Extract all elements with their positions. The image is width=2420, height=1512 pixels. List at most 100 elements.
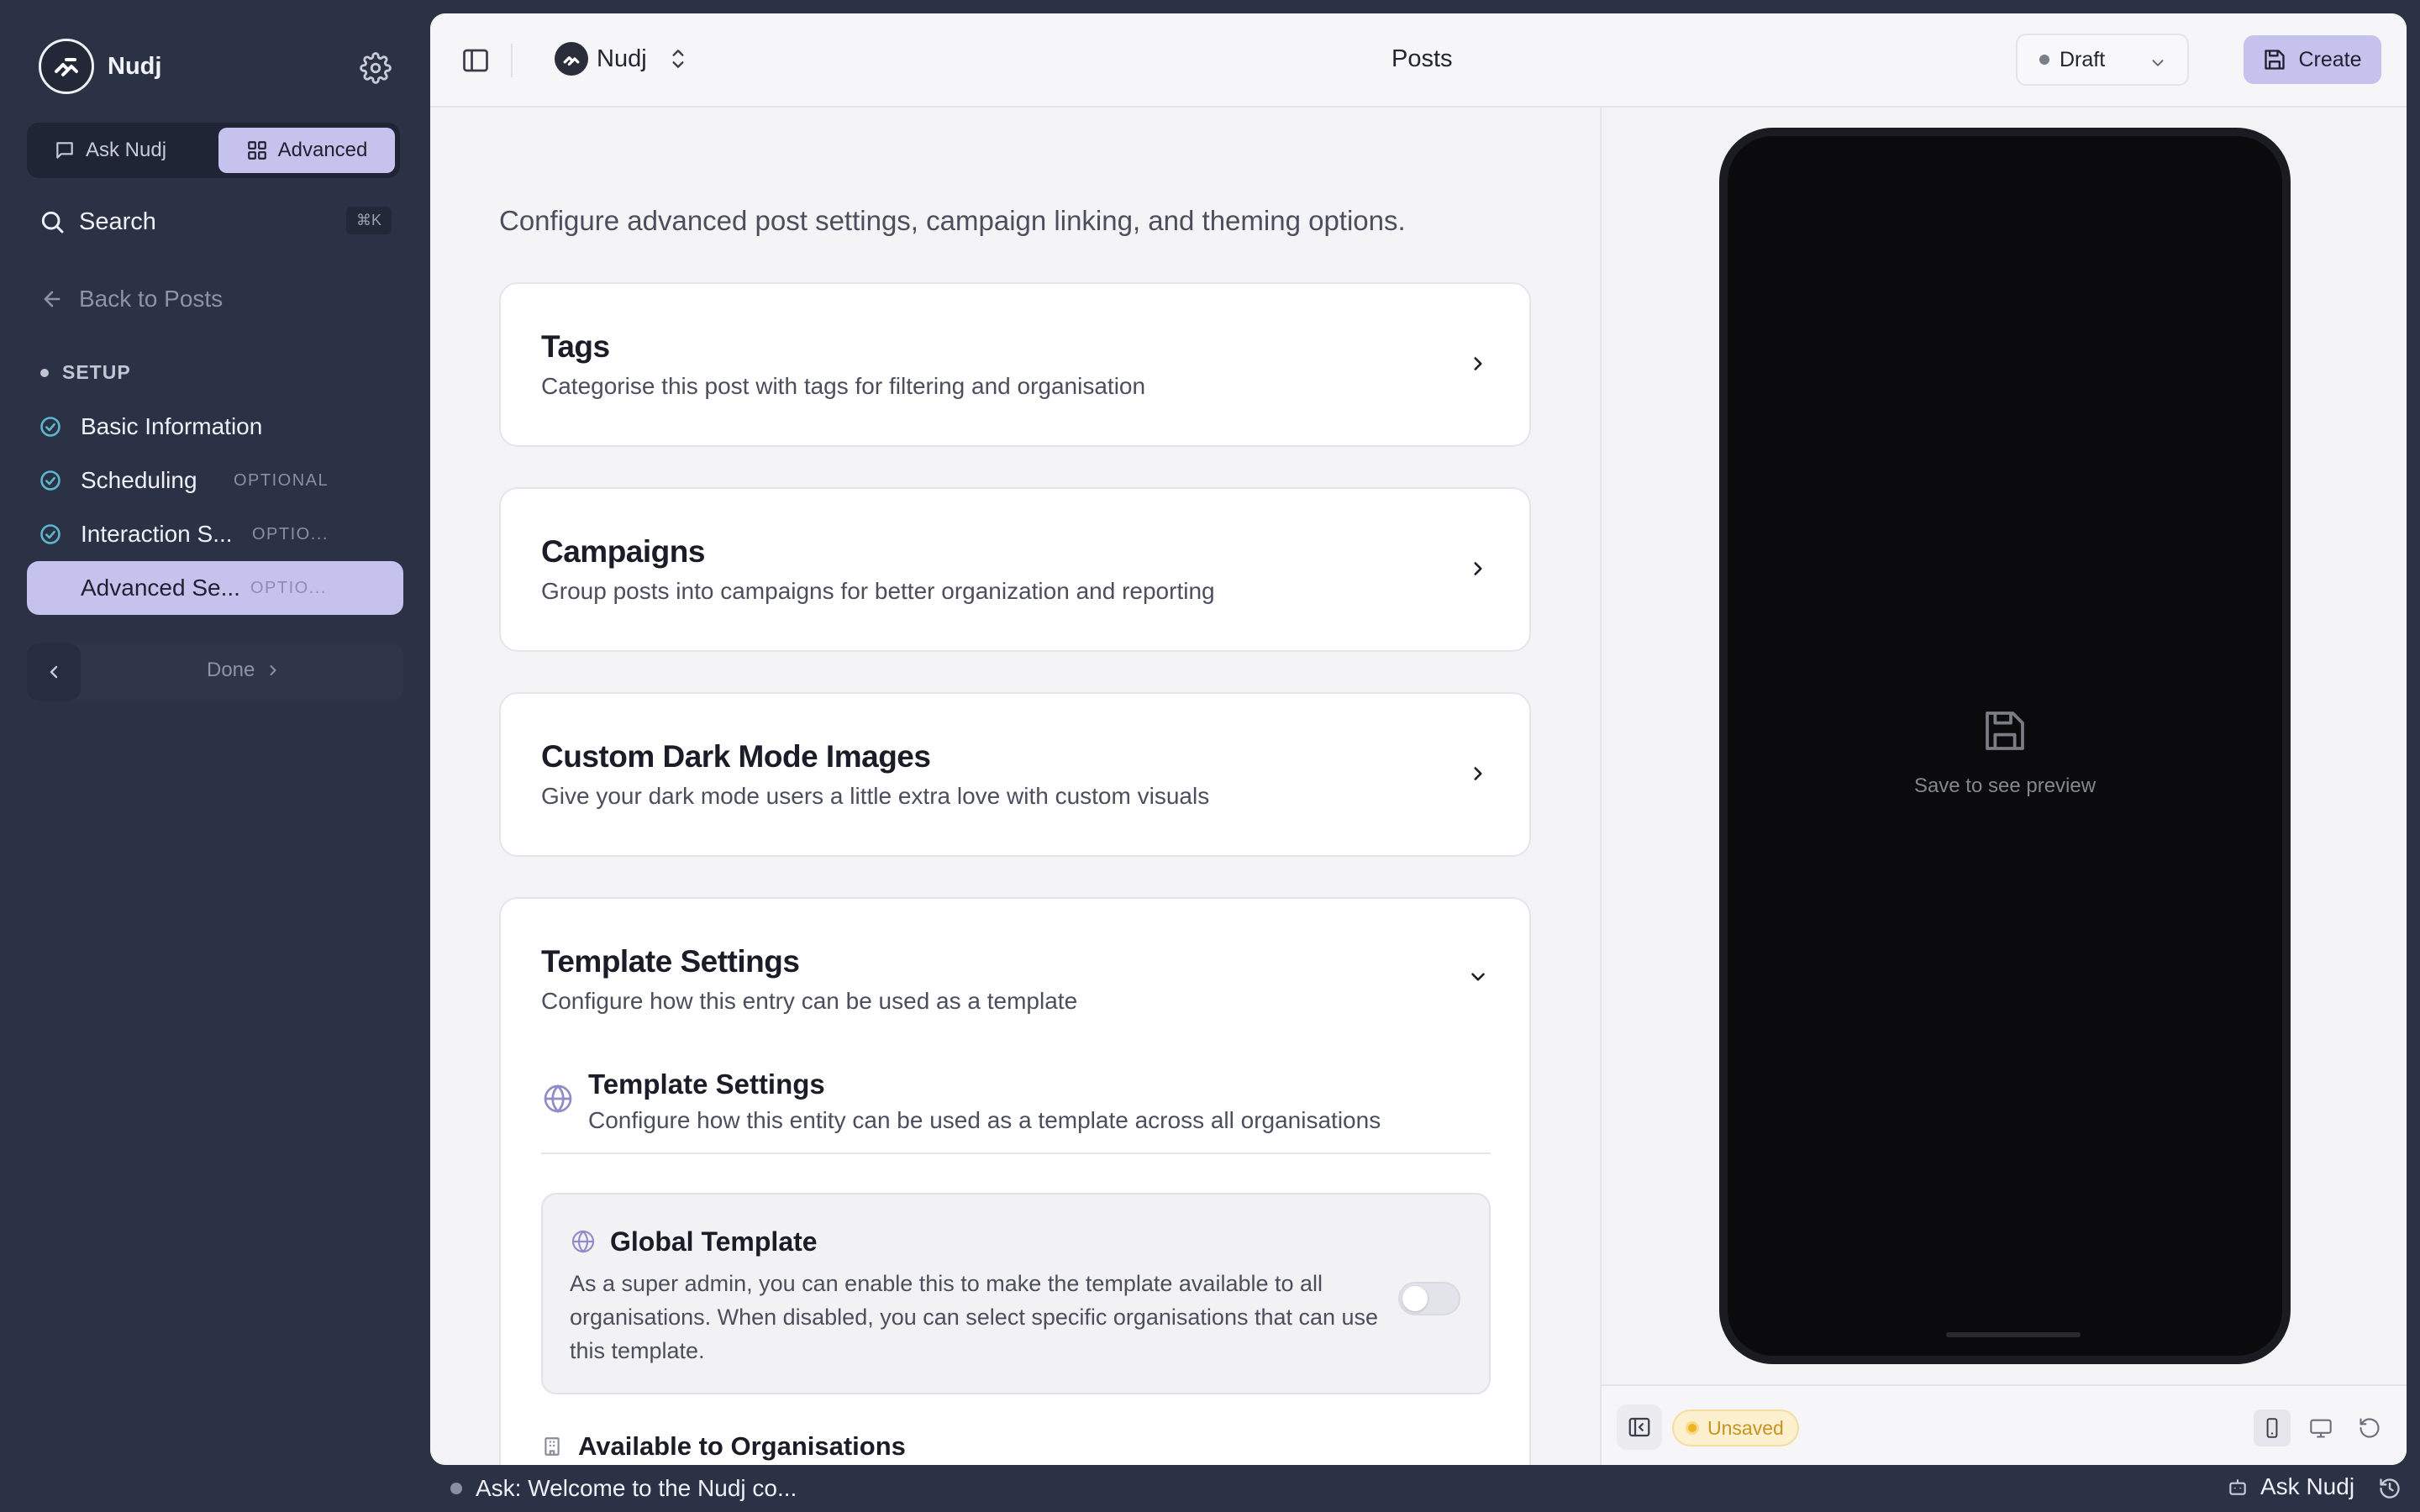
search-button[interactable]: Search ⌘K (39, 203, 392, 240)
unsaved-badge: Unsaved (1672, 1410, 1799, 1446)
global-template-box: Global Template As a super admin, you ca… (541, 1193, 1491, 1394)
optional-tag: OPTIO... (250, 578, 327, 597)
sidebar-item-label: Advanced Se... (81, 575, 240, 601)
back-to-posts-label: Back to Posts (79, 286, 224, 312)
ask-nudj-button[interactable]: Ask Nudj (2227, 1473, 2354, 1500)
save-icon (2265, 50, 2286, 70)
mobile-view-button[interactable] (2254, 1410, 2291, 1446)
step-pager: Done (27, 643, 403, 701)
check-circle-icon (40, 417, 60, 437)
chevron-right-icon (1474, 562, 1482, 575)
back-to-posts-link[interactable]: Back to Posts (40, 286, 223, 312)
refresh-preview-button[interactable] (2351, 1410, 2388, 1446)
preview-pane: Save to see preview Unsaved (1600, 108, 2407, 1465)
building-icon (544, 1437, 560, 1456)
card-subtitle: Group posts into campaigns for better or… (541, 578, 1215, 604)
smartphone-icon (2266, 1418, 2278, 1438)
brand-name: Nudj (108, 52, 162, 80)
done-button[interactable]: Done (207, 659, 281, 682)
template-settings-heading: Template Settings (588, 1068, 825, 1100)
robot-icon (2229, 1479, 2246, 1495)
sidebar-item-basic-information[interactable]: Basic Information (27, 400, 403, 454)
dark-mode-images-card[interactable]: Custom Dark Mode Images Give your dark m… (499, 692, 1531, 857)
card-title: Template Settings (541, 944, 800, 979)
check-circle-icon (40, 470, 60, 491)
search-label: Search (79, 207, 156, 235)
history-icon (2380, 1478, 2400, 1499)
sidebar-item-label: Basic Information (81, 413, 263, 439)
chevron-down-icon[interactable] (1467, 966, 1489, 988)
status-select[interactable]: Draft (2016, 34, 2189, 86)
tab-ask-nudj[interactable]: Ask Nudj (37, 128, 183, 173)
bottom-status-bar: Ask: Welcome to the Nudj co... Ask Nudj (430, 1465, 2420, 1512)
available-organisations-heading: Available to Organisations (541, 1431, 906, 1462)
global-template-description: As a super admin, you can enable this to… (570, 1271, 1379, 1363)
phone-preview: Save to see preview (1719, 128, 2291, 1364)
page-title: Posts (1392, 45, 1453, 72)
section-setup-label: SETUP (62, 361, 131, 383)
search-shortcut: ⌘K (345, 207, 392, 234)
panel-left-icon (463, 49, 488, 72)
settings-gear-icon[interactable] (360, 52, 392, 84)
chevron-down-icon (2152, 60, 2164, 66)
page-description: Configure advanced post settings, campai… (499, 205, 1406, 236)
collapse-preview-button[interactable] (1617, 1404, 1662, 1450)
section-setup-heading: SETUP (40, 361, 131, 384)
topbar: Nudj Posts Draft Create (430, 13, 2407, 108)
template-settings-card: Template Settings Configure how this ent… (499, 897, 1531, 1465)
status-dot (450, 1483, 462, 1494)
create-label: Create (2298, 47, 2362, 71)
rotate-ccw-icon (2360, 1418, 2380, 1438)
card-subtitle: Categorise this post with tags for filte… (541, 373, 1146, 399)
search-icon (41, 211, 64, 234)
globe-icon (544, 1084, 572, 1113)
create-button[interactable]: Create (2244, 35, 2381, 84)
tags-card[interactable]: Tags Categorise this post with tags for … (499, 282, 1531, 447)
previous-step-button[interactable] (27, 643, 81, 701)
ask-nudj-label: Ask Nudj (2260, 1473, 2355, 1499)
mode-switch: Ask Nudj Advanced (27, 123, 400, 178)
chevron-right-icon (1474, 767, 1482, 780)
toggle-knob (1402, 1286, 1428, 1311)
arrow-left-icon (44, 291, 60, 307)
check-circle-icon (40, 524, 60, 544)
sidebar-item-label: Interaction S... (81, 521, 233, 547)
tab-ask-nudj-label: Ask Nudj (86, 139, 167, 161)
org-switcher[interactable]: Nudj (555, 42, 689, 76)
chat-bubble-icon (56, 142, 73, 159)
divider (511, 44, 513, 77)
monitor-icon (2310, 1419, 2332, 1438)
nudj-logo (39, 39, 94, 94)
status-dot (2039, 55, 2049, 65)
brand[interactable]: Nudj (39, 39, 161, 94)
sidebar-toggle-button[interactable] (460, 45, 491, 76)
card-title: Custom Dark Mode Images (541, 739, 931, 774)
sidebar-item-label: Scheduling (81, 467, 197, 493)
sidebar-item-advanced-settings[interactable]: Advanced Se... OPTIO... (27, 561, 403, 615)
history-button[interactable] (2378, 1477, 2402, 1500)
sidebar-item-interaction-settings[interactable]: Interaction S... OPTIO... (27, 507, 403, 561)
campaigns-card[interactable]: Campaigns Group posts into campaigns for… (499, 487, 1531, 652)
device-controls (2254, 1410, 2388, 1446)
optional-tag: OPTIONAL (234, 470, 329, 490)
unsaved-label: Unsaved (1707, 1416, 1784, 1439)
phone-home-indicator (1946, 1332, 2081, 1337)
card-title: Campaigns (541, 534, 705, 569)
available-organisations-label: Available to Organisations (578, 1431, 906, 1461)
sidebar-item-scheduling[interactable]: Scheduling OPTIONAL (27, 454, 403, 507)
editor-pane: Configure advanced post settings, campai… (430, 108, 1600, 1465)
desktop-view-button[interactable] (2302, 1410, 2339, 1446)
card-subtitle: Give your dark mode users a little extra… (541, 783, 1210, 809)
preview-placeholder-text: Save to see preview (1913, 774, 2096, 797)
template-settings-description: Configure how this entity can be used as… (588, 1107, 1381, 1133)
card-subtitle: Configure how this entry can be used as … (541, 988, 1078, 1014)
sidebar: Nudj Ask Nudj Advanced Search ⌘K Back to… (0, 0, 430, 1512)
tab-advanced-label: Advanced (277, 139, 368, 161)
chevron-right-icon (270, 665, 276, 675)
save-icon (1986, 711, 2024, 750)
org-logo (555, 42, 588, 76)
tab-advanced[interactable]: Advanced (218, 128, 395, 173)
ask-conversation-status[interactable]: Ask: Welcome to the Nudj co... (450, 1475, 797, 1502)
org-name: Nudj (597, 45, 647, 72)
global-template-toggle[interactable] (1398, 1282, 1460, 1315)
